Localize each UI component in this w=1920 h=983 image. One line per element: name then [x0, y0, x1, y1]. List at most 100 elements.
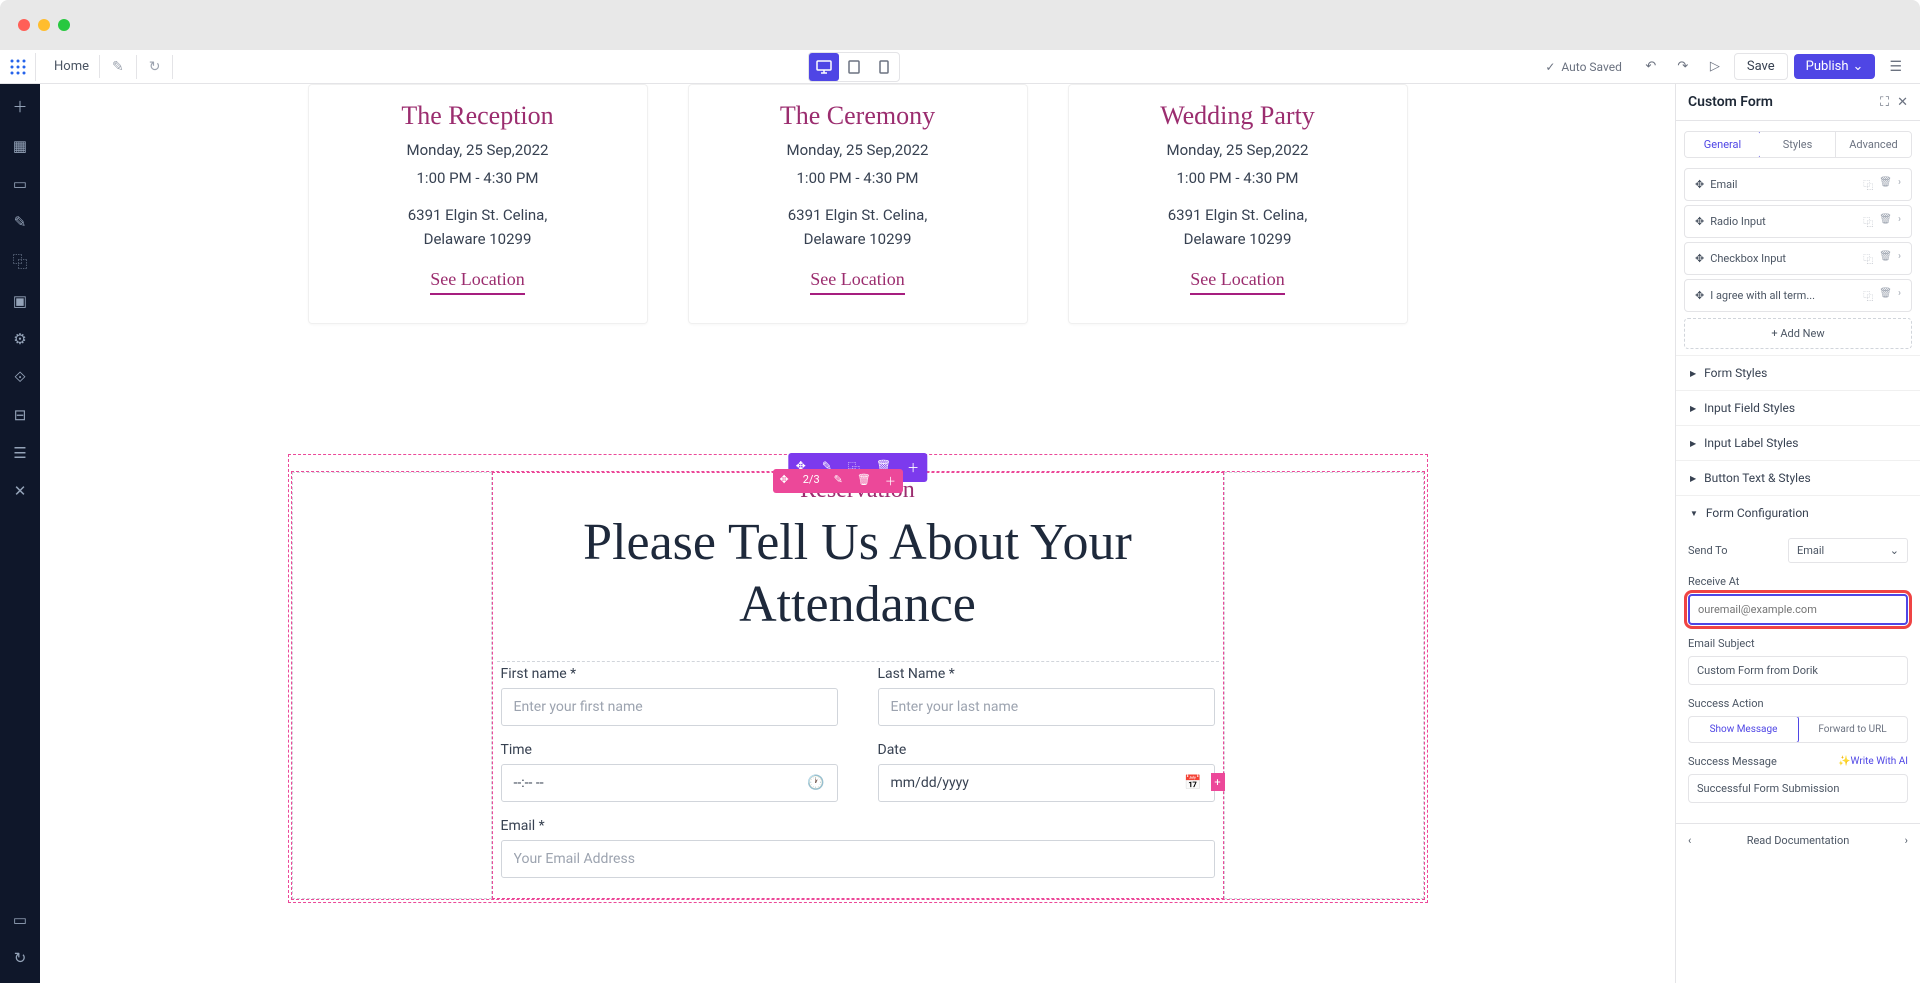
- receive-at-input[interactable]: [1688, 594, 1908, 625]
- drag-handle-icon[interactable]: ✥: [1695, 252, 1704, 265]
- expand-icon[interactable]: ⛶: [1880, 95, 1889, 110]
- tools-icon[interactable]: ✕: [14, 482, 27, 500]
- form-field-row[interactable]: ✥Checkbox Input ⿻ 🗑 ›: [1684, 242, 1912, 275]
- delete-icon[interactable]: 🗑: [1879, 251, 1892, 266]
- chevron-right-icon[interactable]: ›: [1898, 251, 1901, 266]
- tab-styles[interactable]: Styles: [1760, 132, 1836, 157]
- time-input[interactable]: --:-- --🕐: [501, 764, 838, 802]
- duplicate-icon[interactable]: ⿻: [1863, 288, 1873, 303]
- layers-icon[interactable]: ⿻: [12, 251, 27, 272]
- settings-icon[interactable]: ⚙: [13, 330, 26, 348]
- success-action-group: Show Message Forward to URL: [1688, 716, 1908, 743]
- event-title: The Reception: [333, 101, 623, 131]
- success-message-input[interactable]: [1688, 774, 1908, 803]
- window-close-icon[interactable]: [18, 19, 30, 31]
- edit-icon[interactable]: ✎: [827, 469, 850, 493]
- chevron-right-icon[interactable]: ›: [1898, 214, 1901, 229]
- accordion-form-styles[interactable]: ▶Form Styles: [1676, 355, 1920, 390]
- duplicate-icon[interactable]: ⿻: [1863, 177, 1873, 192]
- menu-button[interactable]: ☰: [1881, 55, 1910, 79]
- add-icon[interactable]: ＋: [899, 453, 927, 482]
- design-icon[interactable]: ✎: [14, 213, 27, 231]
- properties-panel: Custom Form ⛶ ✕ General Styles Advanced …: [1675, 84, 1920, 983]
- field-label: Email: [1710, 178, 1737, 191]
- users-icon[interactable]: ☰: [13, 444, 26, 462]
- accordion-form-configuration[interactable]: ▼Form Configuration: [1676, 495, 1920, 530]
- duplicate-icon[interactable]: ⿻: [1863, 251, 1873, 266]
- integrations-icon[interactable]: ⟐: [14, 368, 26, 386]
- see-location-link[interactable]: See Location: [430, 269, 524, 295]
- delete-icon[interactable]: 🗑: [850, 469, 878, 493]
- blocks-icon[interactable]: ▦: [13, 137, 27, 155]
- add-element-icon[interactable]: ＋: [12, 96, 27, 117]
- chevron-right-icon[interactable]: ›: [1898, 177, 1901, 192]
- history-icon[interactable]: ↻: [137, 55, 174, 79]
- window-minimize-icon[interactable]: [38, 19, 50, 31]
- drag-handle-icon[interactable]: ✥: [1695, 178, 1704, 191]
- clock-icon: 🕐: [807, 775, 824, 791]
- mobile-view-button[interactable]: [869, 53, 899, 81]
- media-icon[interactable]: ▣: [13, 292, 27, 310]
- edit-icon[interactable]: ✎: [100, 55, 137, 79]
- docs-footer[interactable]: ‹ Read Documentation ›: [1676, 823, 1920, 857]
- column-middle[interactable]: Reservation Please Tell Us About Your At…: [492, 472, 1224, 899]
- write-with-ai-button[interactable]: ✨Write With AI: [1838, 756, 1908, 767]
- section-container[interactable]: ✥ ✎ ⿻ 🗑 ＋ ✥ 2/3 ✎ 🗑 ＋ Reservation Please…: [288, 454, 1428, 903]
- delete-icon[interactable]: 🗑: [1879, 288, 1892, 303]
- window-chrome: [0, 0, 1920, 50]
- accordion-input-label-styles[interactable]: ▶Input Label Styles: [1676, 425, 1920, 460]
- delete-icon[interactable]: 🗑: [1879, 214, 1892, 229]
- row-container[interactable]: Reservation Please Tell Us About Your At…: [291, 471, 1425, 900]
- help-icon[interactable]: ↻: [14, 949, 27, 967]
- chevron-right-icon[interactable]: ›: [1898, 288, 1901, 303]
- show-message-button[interactable]: Show Message: [1688, 716, 1799, 743]
- home-button[interactable]: Home: [44, 55, 100, 78]
- save-button[interactable]: Save: [1734, 53, 1788, 80]
- undo-button[interactable]: ↶: [1638, 54, 1664, 80]
- event-card: The Ceremony Monday, 25 Sep,2022 1:00 PM…: [688, 84, 1028, 324]
- tablet-view-button[interactable]: [839, 53, 869, 81]
- move-handle-icon[interactable]: ✥: [773, 469, 796, 493]
- drag-handle-icon[interactable]: ✥: [1695, 215, 1704, 228]
- event-address: 6391 Elgin St. Celina,Delaware 10299: [713, 203, 1003, 251]
- form-field-row[interactable]: ✥I agree with all term... ⿻ 🗑 ›: [1684, 279, 1912, 312]
- tab-advanced[interactable]: Advanced: [1836, 132, 1911, 157]
- drag-handle-icon[interactable]: ✥: [1695, 289, 1704, 302]
- redo-button[interactable]: ↷: [1670, 54, 1696, 80]
- email-input[interactable]: [501, 840, 1215, 878]
- event-date: Monday, 25 Sep,2022: [333, 141, 623, 159]
- forward-url-button[interactable]: Forward to URL: [1798, 717, 1907, 742]
- see-location-link[interactable]: See Location: [810, 269, 904, 295]
- page-icon[interactable]: ▭: [13, 175, 27, 193]
- add-icon[interactable]: ＋: [878, 469, 903, 493]
- column-right[interactable]: +: [1224, 472, 1424, 899]
- desktop-view-button[interactable]: [809, 53, 839, 81]
- last-name-input[interactable]: [878, 688, 1215, 726]
- accordion-input-field-styles[interactable]: ▶Input Field Styles: [1676, 390, 1920, 425]
- date-input[interactable]: mm/dd/yyyy📅: [878, 764, 1215, 802]
- close-icon[interactable]: ✕: [1897, 95, 1908, 110]
- publish-button[interactable]: Publish⌄: [1794, 54, 1876, 79]
- app-logo[interactable]: [8, 53, 36, 81]
- form-field-row[interactable]: ✥ Email ⿻ 🗑 ›: [1684, 168, 1912, 201]
- accordion-button-text-styles[interactable]: ▶Button Text & Styles: [1676, 460, 1920, 495]
- send-to-select[interactable]: Email⌄: [1788, 538, 1908, 563]
- success-message-label: Success Message: [1688, 755, 1777, 768]
- duplicate-icon[interactable]: ⿻: [1863, 214, 1873, 229]
- docs-icon[interactable]: ▭: [13, 911, 27, 929]
- column-indicator: 2/3: [796, 469, 827, 493]
- add-column-button[interactable]: +: [1211, 773, 1225, 791]
- device-switcher: [808, 52, 900, 82]
- column-left[interactable]: [292, 472, 492, 899]
- delete-icon[interactable]: 🗑: [1879, 177, 1892, 192]
- form-field-row[interactable]: ✥Radio Input ⿻ 🗑 ›: [1684, 205, 1912, 238]
- event-time: 1:00 PM - 4:30 PM: [713, 169, 1003, 187]
- add-new-button[interactable]: + Add New: [1684, 318, 1912, 349]
- email-subject-input[interactable]: [1688, 656, 1908, 685]
- tab-general[interactable]: General: [1684, 131, 1761, 158]
- first-name-input[interactable]: [501, 688, 838, 726]
- data-icon[interactable]: ⊟: [14, 406, 27, 424]
- see-location-link[interactable]: See Location: [1190, 269, 1284, 295]
- preview-button[interactable]: ▷: [1702, 54, 1728, 80]
- window-maximize-icon[interactable]: [58, 19, 70, 31]
